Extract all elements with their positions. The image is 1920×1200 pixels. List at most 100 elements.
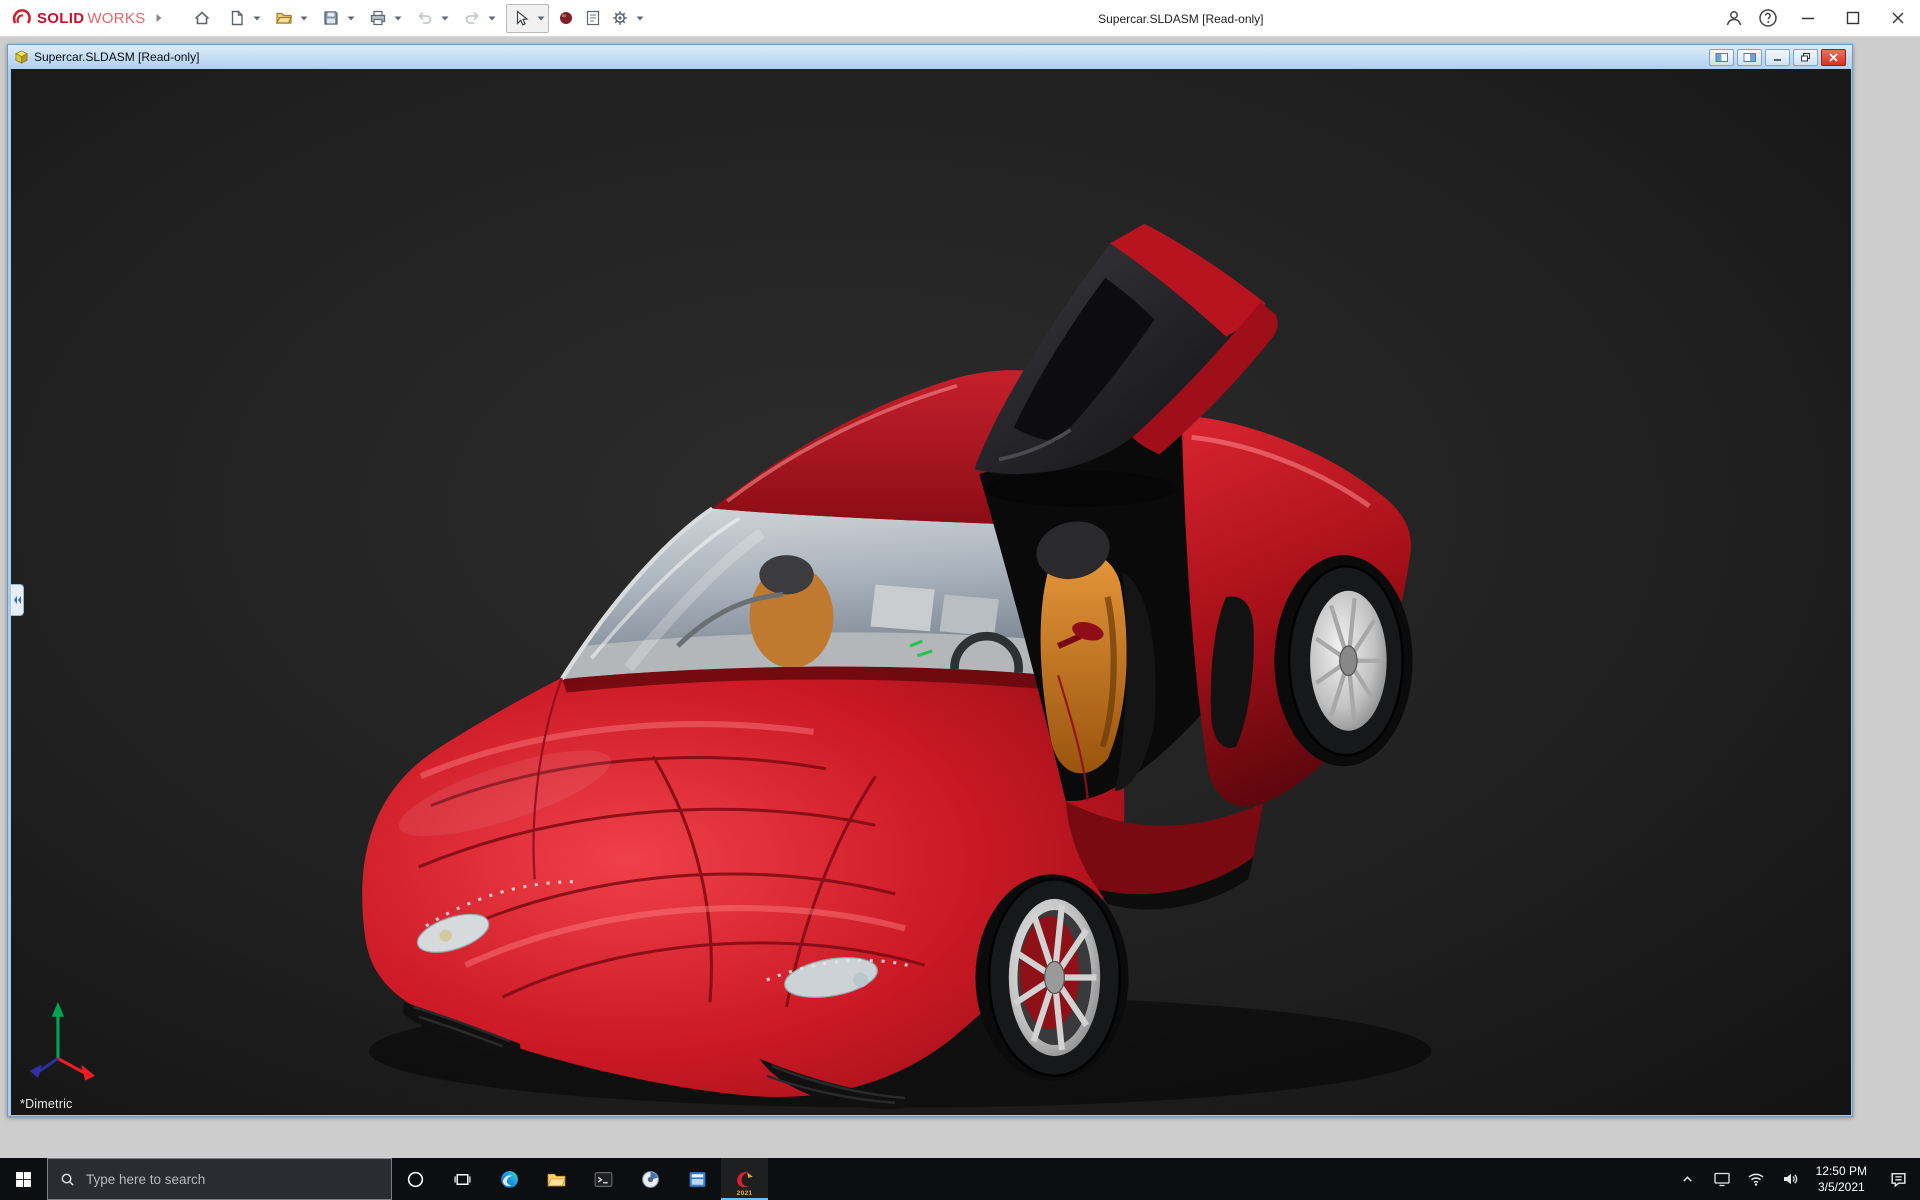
dropdown-icon: [537, 16, 545, 21]
taskbar: 2021 12:50 PM 3/5/2021: [0, 1158, 1920, 1200]
child-minimize-icon: [1774, 58, 1781, 61]
blue-window-app-icon: [687, 1169, 708, 1190]
print-dropdown[interactable]: [392, 5, 404, 32]
action-center-icon: [1889, 1170, 1908, 1189]
assembly-icon: [15, 50, 28, 64]
child-close-icon: [1829, 52, 1838, 62]
network-button[interactable]: [1739, 1158, 1773, 1200]
task-pane-icon: [584, 9, 602, 27]
new-document-icon: [228, 9, 246, 27]
settings-gear-icon: [611, 9, 629, 27]
menu-flyout-icon[interactable]: [155, 13, 163, 23]
scene-render: [11, 69, 1851, 1115]
display-icon: [1713, 1170, 1731, 1188]
taskbar-clock[interactable]: 12:50 PM 3/5/2021: [1807, 1158, 1876, 1200]
account-button[interactable]: [1717, 0, 1751, 37]
document-title: Supercar.SLDASM [Read-only]: [34, 50, 200, 64]
maximize-button[interactable]: [1830, 0, 1875, 37]
panel-splitter-tab[interactable]: [11, 584, 24, 616]
mouse-gesture-button[interactable]: [553, 5, 580, 32]
options-dropdown[interactable]: [634, 5, 646, 32]
dropdown-icon: [488, 16, 496, 21]
child-minimize-button[interactable]: [1765, 48, 1790, 66]
volume-button[interactable]: [1773, 1158, 1807, 1200]
print-icon: [369, 9, 387, 27]
help-button[interactable]: [1751, 0, 1785, 37]
network-icon: [1747, 1170, 1765, 1188]
solidworks-year-badge: 2021: [736, 1190, 753, 1197]
new-document-button[interactable]: [224, 5, 251, 32]
dropdown-icon: [347, 16, 355, 21]
select-tool-group: [505, 3, 549, 33]
select-dropdown[interactable]: [535, 5, 547, 32]
child-close-button[interactable]: [1821, 48, 1846, 66]
rear-wheel: [1274, 555, 1413, 767]
minimize-icon: [1801, 17, 1814, 20]
select-cursor-icon: [512, 9, 530, 27]
clock-date: 3/5/2021: [1817, 1180, 1865, 1194]
dropdown-icon: [253, 16, 261, 21]
clock-time: 12:50 PM: [1815, 1163, 1867, 1178]
graphics-area[interactable]: *Dimetric: [11, 69, 1851, 1115]
search-input[interactable]: [84, 1170, 391, 1188]
quick-access-toolbar: [189, 3, 654, 33]
maximize-icon: [1846, 11, 1859, 25]
account-icon: [1724, 8, 1744, 28]
blue-window-app-button[interactable]: [674, 1158, 721, 1200]
console-app-button[interactable]: [580, 1158, 627, 1200]
edrawings-button[interactable]: [627, 1158, 674, 1200]
save-dropdown[interactable]: [345, 5, 357, 32]
front-wheel: [975, 874, 1129, 1081]
task-view-icon: [453, 1170, 472, 1189]
taskbar-search-box[interactable]: [47, 1158, 392, 1200]
task-pane-button[interactable]: [580, 5, 607, 32]
document-window: Supercar.SLDASM [Read-only] *Dimetric: [7, 44, 1853, 1117]
document-titlebar: Supercar.SLDASM [Read-only]: [8, 45, 1852, 69]
window-title: Supercar.SLDASM [Read-only]: [1098, 11, 1264, 26]
brand-text-works: WORKS: [87, 9, 146, 27]
save-button[interactable]: [318, 5, 345, 32]
view-orientation-label: *Dimetric: [20, 1097, 73, 1111]
edge-icon: [499, 1169, 520, 1190]
mouse-gesture-icon: [557, 9, 575, 27]
action-center-button[interactable]: [1876, 1158, 1920, 1200]
display-tray-button[interactable]: [1705, 1158, 1739, 1200]
open-dropdown[interactable]: [298, 5, 310, 32]
help-icon: [1758, 8, 1778, 28]
close-button[interactable]: [1875, 0, 1920, 37]
undo-dropdown[interactable]: [439, 5, 451, 32]
child-restore-icon: [1801, 52, 1810, 61]
child-restore-button[interactable]: [1793, 48, 1818, 66]
window-layout-button-2[interactable]: [1737, 48, 1762, 66]
new-document-dropdown[interactable]: [251, 5, 263, 32]
redo-dropdown[interactable]: [486, 5, 498, 32]
home-button[interactable]: [189, 5, 216, 32]
undo-icon: [416, 9, 434, 27]
dropdown-icon: [300, 16, 308, 21]
open-button[interactable]: [271, 5, 298, 32]
window-layout-icon: [1715, 52, 1729, 63]
solidworks-taskbar-button[interactable]: 2021: [721, 1158, 768, 1200]
file-explorer-button[interactable]: [533, 1158, 580, 1200]
task-view-button[interactable]: [439, 1158, 486, 1200]
solidworks-brand: SOLID WORKS: [0, 7, 167, 29]
print-button[interactable]: [365, 5, 392, 32]
brand-text-solid: SOLID: [37, 9, 85, 27]
solidworks-icon: [734, 1168, 756, 1190]
redo-button[interactable]: [459, 5, 486, 32]
console-app-icon: [593, 1169, 614, 1190]
window-layout-button-1[interactable]: [1709, 48, 1734, 66]
hidden-icons-button[interactable]: [1671, 1158, 1705, 1200]
edrawings-icon: [640, 1169, 661, 1190]
options-button[interactable]: [607, 5, 634, 32]
minimize-button[interactable]: [1785, 0, 1830, 37]
select-button[interactable]: [508, 5, 535, 32]
cortana-icon: [406, 1170, 425, 1189]
file-explorer-icon: [546, 1169, 567, 1190]
home-icon: [193, 9, 211, 27]
cortana-button[interactable]: [392, 1158, 439, 1200]
edge-button[interactable]: [486, 1158, 533, 1200]
start-button[interactable]: [0, 1158, 47, 1200]
start-icon: [15, 1171, 32, 1188]
undo-button[interactable]: [412, 5, 439, 32]
